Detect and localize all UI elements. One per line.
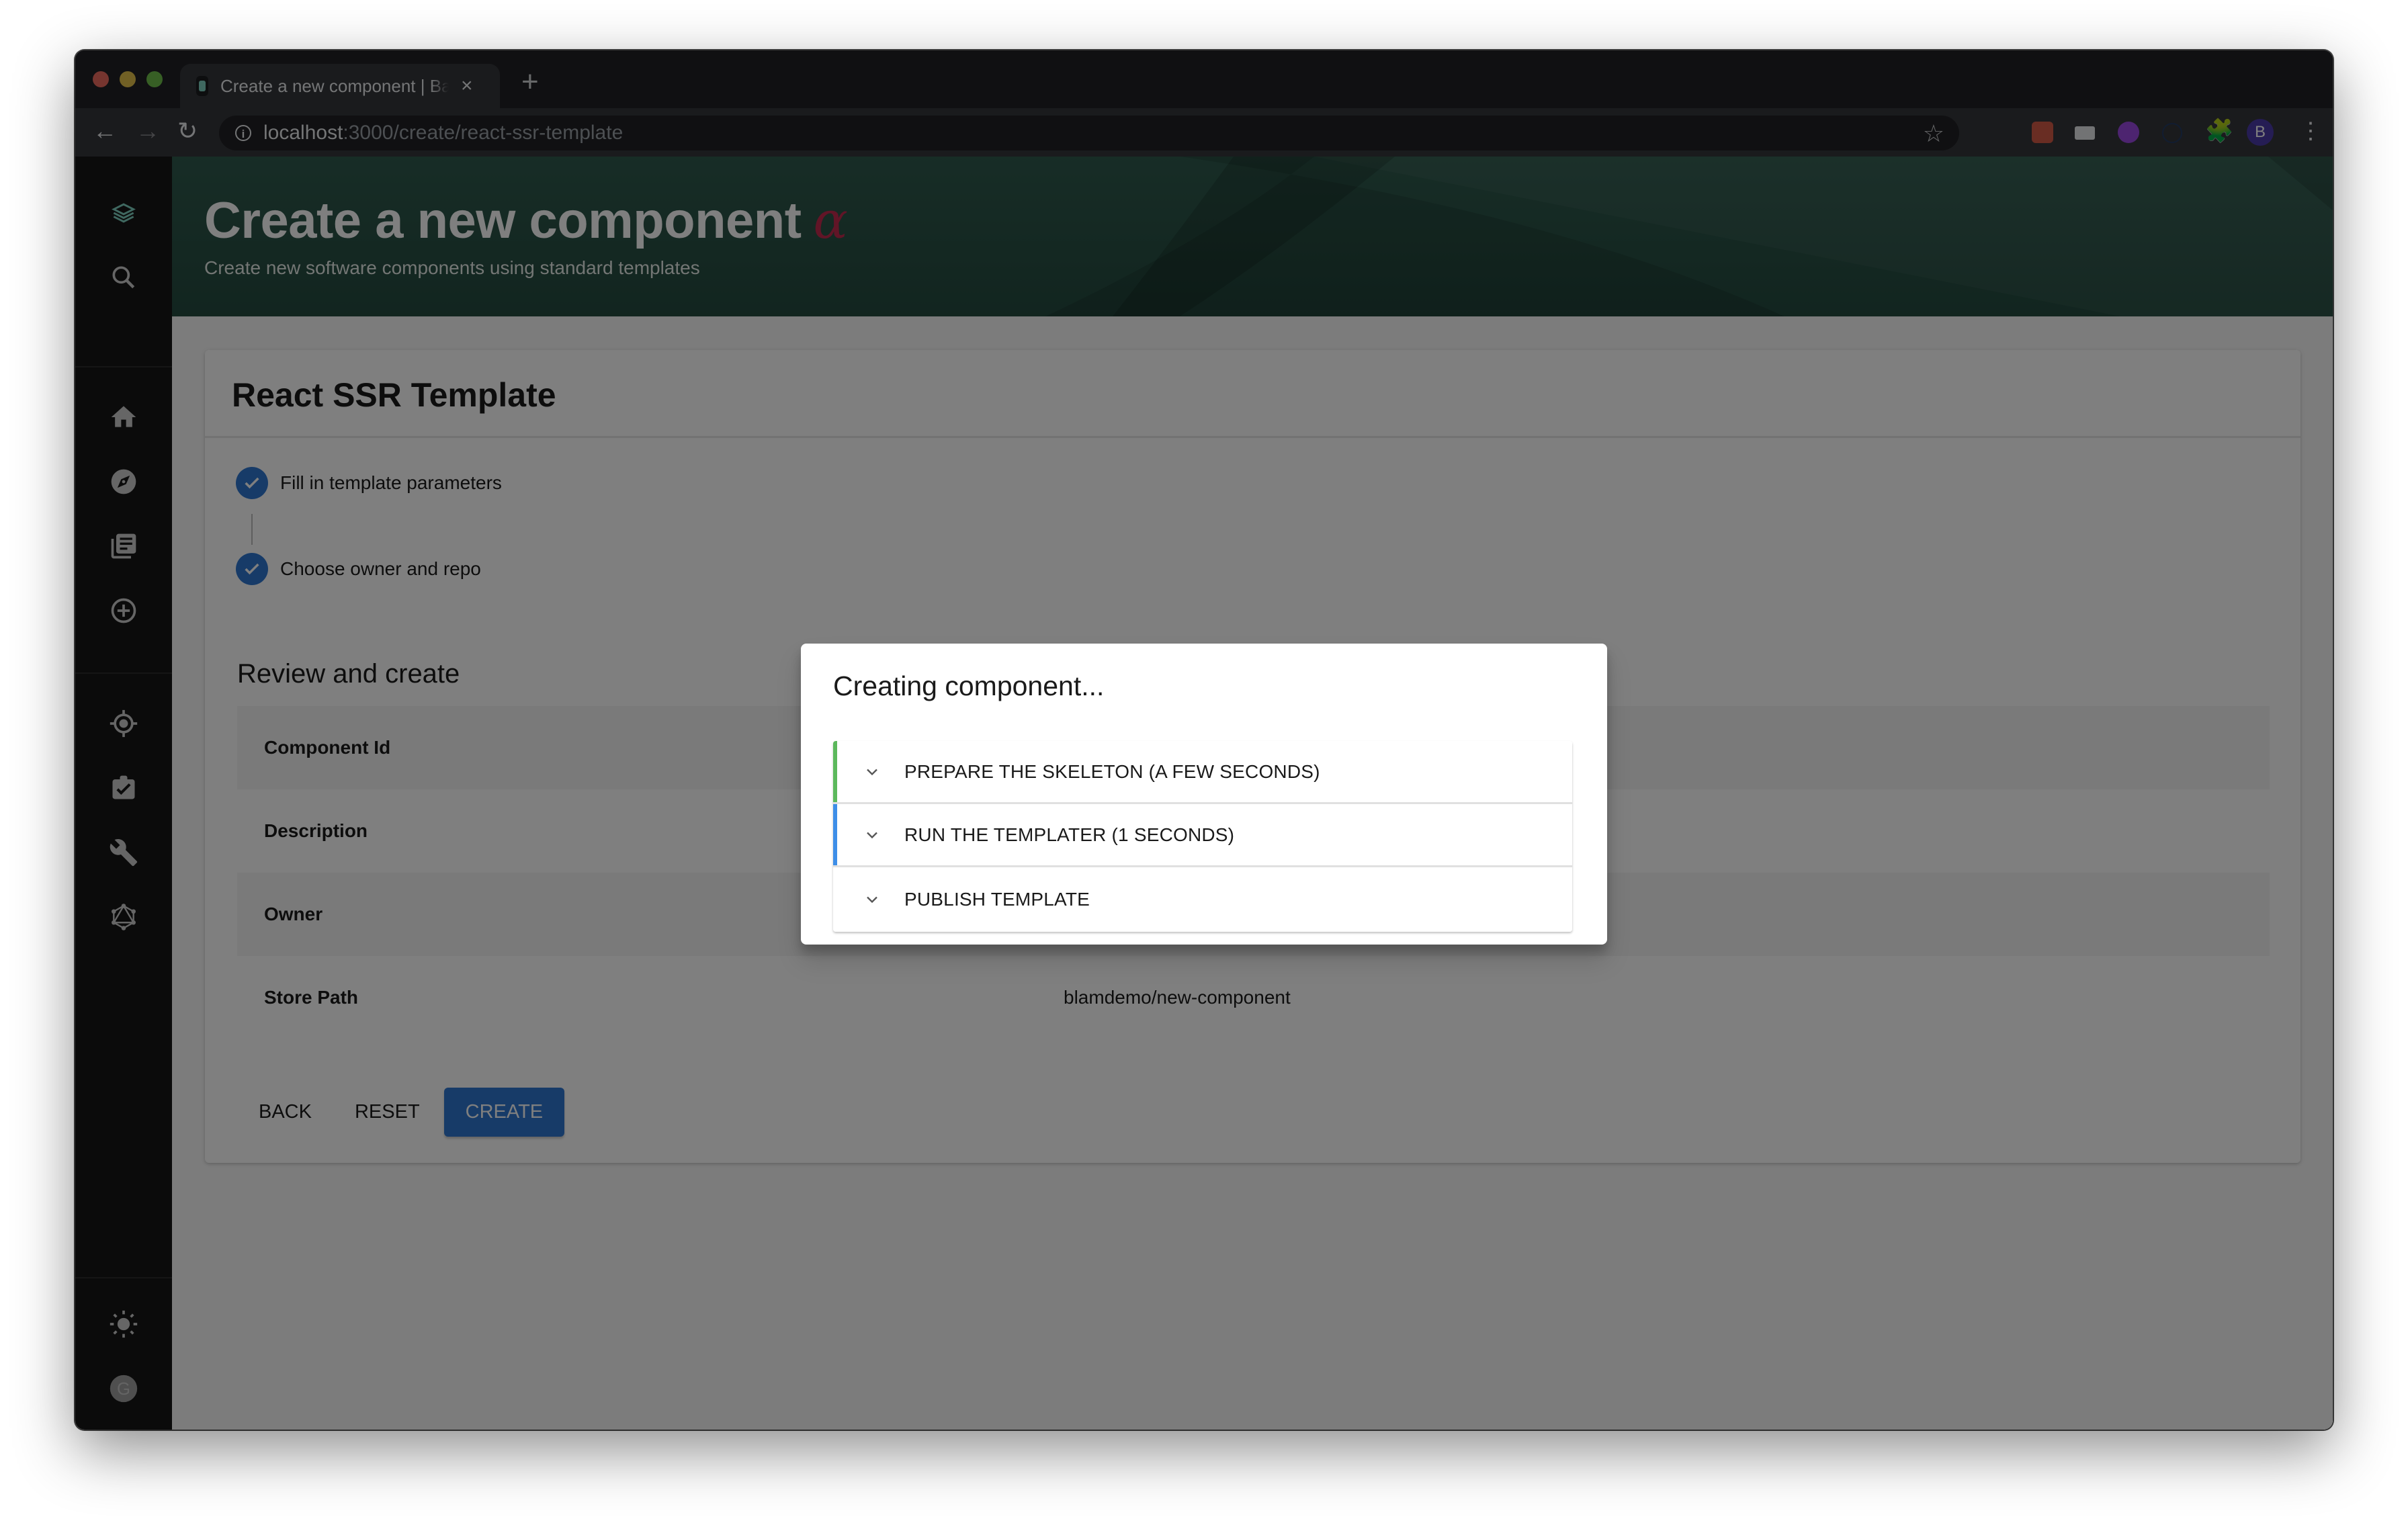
task-label: RUN THE TEMPLATER (1 SECONDS) (904, 824, 1235, 845)
task-publish-template[interactable]: PUBLISH TEMPLATE (833, 867, 1572, 932)
task-label: PREPARE THE SKELETON (A FEW SECONDS) (904, 760, 1320, 782)
dialog-title: Creating component... (833, 670, 1105, 701)
task-prepare-skeleton[interactable]: PREPARE THE SKELETON (A FEW SECONDS) (833, 741, 1572, 804)
browser-window: Create a new component | Backstage × + ←… (75, 50, 2333, 1430)
chevron-down-icon[interactable] (863, 826, 882, 844)
task-run-templater[interactable]: RUN THE TEMPLATER (1 SECONDS) (833, 804, 1572, 867)
task-status-bar (833, 741, 837, 802)
creating-component-dialog: Creating component... PREPARE THE SKELET… (801, 644, 1607, 945)
task-list: PREPARE THE SKELETON (A FEW SECONDS) RUN… (833, 741, 1572, 932)
chevron-down-icon[interactable] (863, 890, 882, 909)
task-status-bar (833, 804, 837, 865)
chevron-down-icon[interactable] (863, 762, 882, 781)
task-label: PUBLISH TEMPLATE (904, 889, 1090, 910)
